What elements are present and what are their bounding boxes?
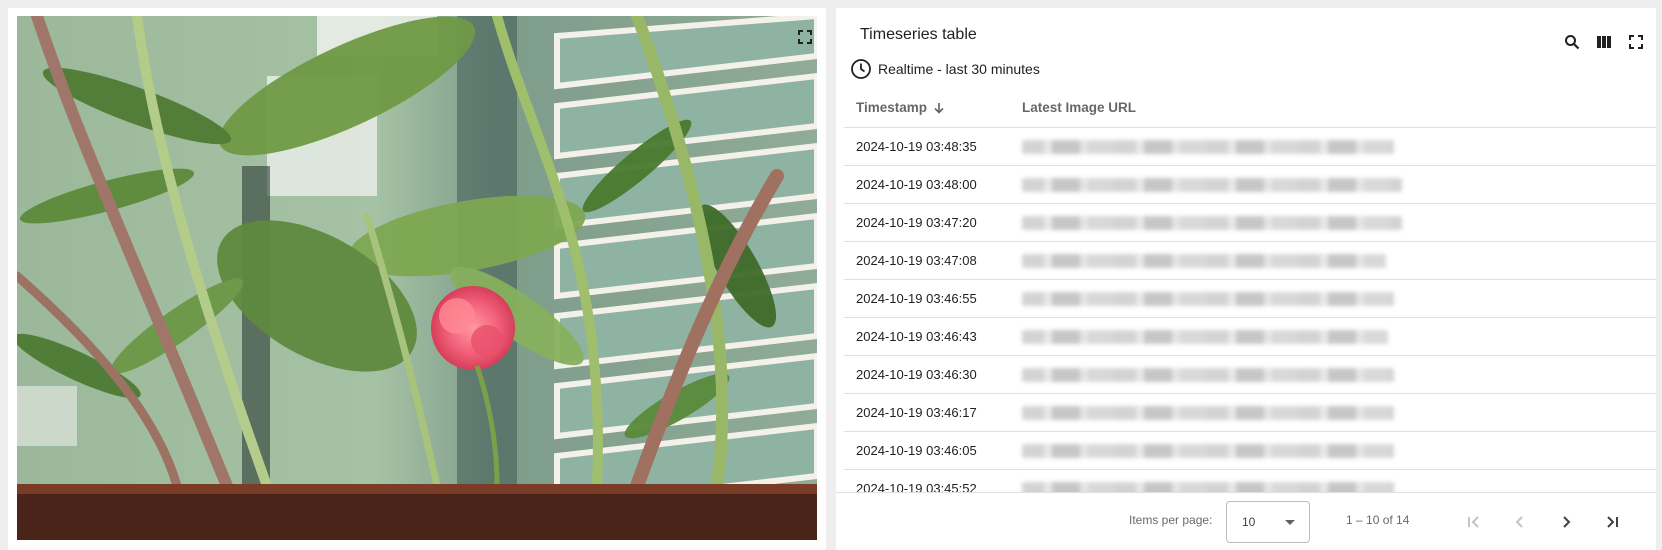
redacted-url [1022, 329, 1388, 344]
redacted-url [1022, 481, 1394, 492]
redacted-url [1022, 177, 1402, 192]
timestamp-cell: 2024-10-19 03:48:00 [856, 177, 977, 192]
table-row[interactable]: 2024-10-19 03:46:05 [844, 432, 1656, 470]
widget-header-actions [1560, 30, 1648, 54]
columns-icon [1597, 36, 1611, 48]
table-row[interactable]: 2024-10-19 03:46:30 [844, 356, 1656, 394]
table-row[interactable]: 2024-10-19 03:48:00 [844, 166, 1656, 204]
url-cell [1022, 356, 1656, 394]
table-row[interactable]: 2024-10-19 03:47:08 [844, 242, 1656, 280]
redacted-url [1022, 215, 1402, 230]
previous-page-button[interactable] [1506, 508, 1534, 536]
timewindow-selector[interactable]: Realtime - last 30 minutes [850, 58, 1040, 80]
dropdown-arrow-icon [1285, 520, 1295, 525]
column-header-url[interactable]: Latest Image URL [1022, 100, 1136, 115]
last-page-icon [1607, 516, 1618, 528]
url-cell [1022, 128, 1656, 166]
items-per-page-label: Items per page: [1129, 513, 1213, 527]
items-per-page-select[interactable]: 10 [1226, 501, 1310, 543]
redacted-url [1022, 443, 1394, 458]
timestamp-cell: 2024-10-19 03:46:55 [856, 291, 977, 306]
next-page-button[interactable] [1552, 508, 1580, 536]
table-row[interactable]: 2024-10-19 03:47:20 [844, 204, 1656, 242]
columns-button[interactable] [1592, 30, 1616, 54]
last-page-button[interactable] [1598, 508, 1626, 536]
url-cell [1022, 280, 1656, 318]
search-button[interactable] [1560, 30, 1584, 54]
chevron-left-icon [1515, 516, 1523, 528]
first-page-icon [1468, 516, 1479, 528]
fullscreen-icon [798, 30, 812, 44]
timestamp-cell: 2024-10-19 03:46:05 [856, 443, 977, 458]
table-row[interactable]: 2024-10-19 03:45:52 [844, 470, 1656, 492]
clock-icon [851, 59, 871, 79]
url-cell [1022, 470, 1656, 492]
redacted-url [1022, 291, 1394, 306]
redacted-url [1022, 139, 1394, 154]
plant-photo [17, 16, 817, 540]
first-page-button[interactable] [1460, 508, 1488, 536]
timestamp-cell: 2024-10-19 03:46:17 [856, 405, 977, 420]
fullscreen-icon [1629, 35, 1643, 49]
column-header-label: Latest Image URL [1022, 100, 1137, 115]
fullscreen-button[interactable] [1624, 30, 1648, 54]
arrow-down-icon [934, 102, 944, 114]
redacted-url [1022, 253, 1386, 268]
table-row[interactable]: 2024-10-19 03:48:35 [844, 128, 1656, 166]
page-range-label: 1 – 10 of 14 [1346, 513, 1410, 527]
image-fullscreen-button[interactable] [793, 25, 817, 49]
items-per-page-value: 10 [1242, 515, 1256, 529]
timeseries-table-widget: Timeseries table Realtime - last 30 minu… [836, 8, 1656, 550]
search-icon [1565, 35, 1580, 50]
table-row[interactable]: 2024-10-19 03:46:43 [844, 318, 1656, 356]
timestamp-cell: 2024-10-19 03:45:52 [856, 481, 977, 492]
redacted-url [1022, 405, 1394, 420]
table-row[interactable]: 2024-10-19 03:46:55 [844, 280, 1656, 318]
url-cell [1022, 432, 1656, 470]
table-header: Timestamp Latest Image URL [844, 88, 1656, 128]
column-header-timestamp[interactable]: Timestamp [844, 100, 1022, 115]
url-cell [1022, 204, 1656, 242]
timestamp-cell: 2024-10-19 03:46:30 [856, 367, 977, 382]
column-header-label: Timestamp [856, 100, 928, 115]
table-paginator: Items per page: 10 1 – 10 of 14 [836, 492, 1656, 550]
url-cell [1022, 394, 1656, 432]
url-cell [1022, 166, 1656, 204]
widget-title: Timeseries table [860, 26, 977, 43]
timestamp-cell: 2024-10-19 03:47:08 [856, 253, 977, 268]
timestamp-cell: 2024-10-19 03:46:43 [856, 329, 977, 344]
timestamp-cell: 2024-10-19 03:47:20 [856, 215, 977, 230]
table-row[interactable]: 2024-10-19 03:46:17 [844, 394, 1656, 432]
redacted-url [1022, 367, 1394, 382]
url-cell [1022, 242, 1656, 280]
timestamp-cell: 2024-10-19 03:48:35 [856, 139, 977, 154]
image-widget [8, 8, 826, 550]
url-cell [1022, 318, 1656, 356]
chevron-right-icon [1563, 516, 1571, 528]
timewindow-label: Realtime - last 30 minutes [878, 61, 1040, 77]
timeseries-table: Timestamp Latest Image URL 2024-10-19 03… [844, 88, 1656, 492]
